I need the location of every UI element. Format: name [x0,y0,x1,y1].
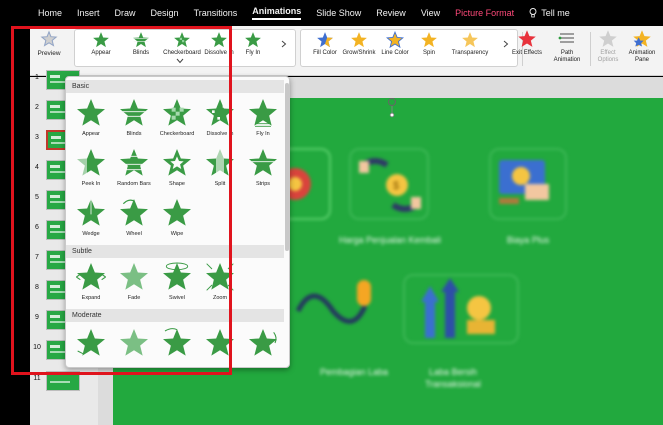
fly-in-star-icon [244,31,262,49]
gallery-scrollbar[interactable] [285,83,289,251]
slide-caption: Laba Bersih Transaksional [425,367,481,389]
gallery-more-button[interactable] [279,40,289,48]
exit-effects-button[interactable]: Exit Effects [510,29,544,57]
animation-pane-label: Animation Pane [628,50,656,63]
flow-arrow-icon [295,280,371,324]
ribbon-separator [590,32,591,66]
profit-growth-icon [421,278,495,338]
moderate-star-icon [247,327,279,359]
ribbon-line-color[interactable]: Line Color [380,31,410,57]
lightbulb-icon [529,8,537,18]
tab-transitions[interactable]: Transitions [194,8,238,18]
effect-options-label: Effect Options [597,50,619,63]
path-animation-label: Path Animation [553,50,581,63]
slide-caption: Pembagian Laba [319,367,389,377]
tell-me-label: Tell me [541,8,570,18]
spin-label: Spin [422,50,435,56]
slide-caption: Biaya Plus [506,235,550,245]
svg-text:$: $ [393,180,399,192]
tab-slide-show[interactable]: Slide Show [316,8,361,18]
tab-home[interactable]: Home [38,8,62,18]
line-color-star-icon [386,31,404,49]
chevron-right-icon [281,40,287,48]
animation-pane-icon [633,30,651,47]
gallery-item-fly-in[interactable]: Fly In [241,97,285,139]
path-lines-icon [558,33,574,43]
grow-shrink-label: Grow/Shrink [342,50,376,56]
exit-star-icon [518,30,536,47]
ribbon-tabs: Home Insert Draw Design Transitions Anim… [38,0,570,26]
gallery-item-label: Fly In [256,131,270,137]
transparency-label: Transparency [451,50,489,56]
effect-options-button[interactable]: Effect Options [592,29,624,64]
rotation-handle-icon[interactable] [386,96,398,118]
exit-effects-label: Exit Effects [512,50,542,56]
menu-bar: Home Insert Draw Design Transitions Anim… [0,0,663,26]
spin-star-icon [421,32,437,48]
animation-pane-button[interactable]: Animation Pane [624,29,660,64]
gallery-item-moderate[interactable] [241,327,285,368]
tab-design[interactable]: Design [151,8,179,18]
tab-view[interactable]: View [421,8,440,18]
fill-color-star-icon [317,32,333,48]
tab-animations[interactable]: Animations [252,6,302,20]
line-color-label: Line Color [381,50,409,56]
tab-picture-format[interactable]: Picture Format [455,8,514,18]
ribbon-fly-in-label: Fly In [245,50,261,56]
path-animation-button[interactable]: Path Animation [548,29,586,64]
tell-me-box[interactable]: Tell me [529,8,570,18]
grow-shrink-star-icon [351,32,367,48]
ribbon-transparency[interactable]: Transparency [450,31,490,57]
annotation-highlight-box [11,26,232,375]
slide-caption: Harga Penjualan Kembali [338,235,442,245]
hand-exchange-icon: $ [359,158,421,212]
ribbon-fly-in[interactable]: Fly In [240,31,266,57]
ribbon-grow-shrink[interactable]: Grow/Shrink [342,31,376,57]
fly-in-star-icon [247,97,279,127]
tab-review[interactable]: Review [376,8,406,18]
ribbon-fill-color[interactable]: Fill Color [310,31,340,57]
chevron-right-icon [503,40,509,48]
strips-star-icon [248,147,278,179]
transparency-star-icon [462,32,478,48]
online-payment-icon [499,160,549,204]
effect-options-icon [598,29,618,49]
tab-draw[interactable]: Draw [115,8,136,18]
gallery-item-strips[interactable]: Strips [241,147,285,189]
fill-color-label: Fill Color [313,50,337,56]
slide-number: 11 [33,375,41,382]
tab-insert[interactable]: Insert [77,8,100,18]
ribbon-spin[interactable]: Spin [418,31,440,57]
gallery-item-label: Strips [255,181,271,187]
